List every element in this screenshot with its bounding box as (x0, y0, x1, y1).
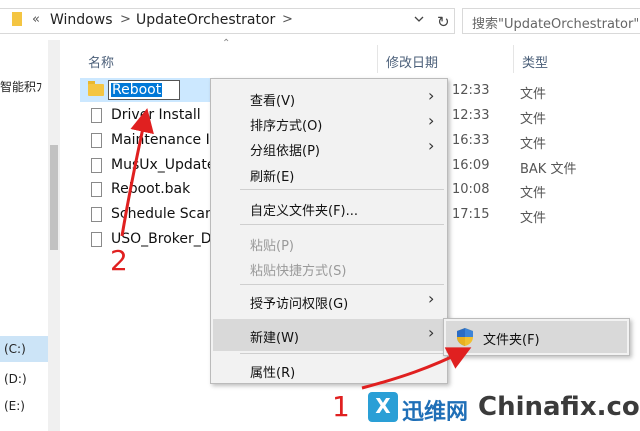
chevron-right-icon: › (428, 136, 435, 155)
menu-item-give-access[interactable]: 授予访问权限(G) (250, 293, 348, 312)
submenu-item-folder[interactable]: 文件夹(F) (483, 329, 540, 348)
annotation-step-2: 2 (110, 244, 128, 277)
rename-input[interactable]: Reboot (108, 80, 180, 100)
shield-folder-icon (457, 328, 473, 346)
column-header-modified[interactable]: 修改日期 (386, 52, 438, 71)
menu-separator (240, 189, 444, 190)
file-row-schedule-scan[interactable]: Schedule Scan (80, 203, 220, 227)
column-header-type[interactable]: 类型 (522, 52, 548, 71)
file-row-driver-install[interactable]: Driver Install (80, 104, 220, 128)
menu-item-view[interactable]: 查看(V) (250, 90, 295, 109)
file-type: 文件 (520, 186, 547, 201)
rename-selected-text: Reboot (111, 82, 163, 98)
file-name: Schedule Scan (111, 206, 214, 222)
file-type: 文件 (520, 211, 547, 226)
refresh-icon[interactable]: ↻ (437, 13, 450, 31)
file-name: Maintenance In (111, 132, 219, 148)
watermark-logo: X (368, 392, 398, 422)
menu-item-new[interactable]: 新建(W) (250, 327, 299, 346)
file-row-maintenance[interactable]: Maintenance In (80, 129, 220, 153)
file-icon (91, 133, 102, 148)
context-menu: 查看(V) › 排序方式(O) › 分组依据(P) › 刷新(E) 自定义文件夹… (210, 78, 448, 384)
breadcrumb-separator[interactable]: > (282, 12, 293, 27)
file-modified: 16:33 (452, 133, 490, 148)
file-name: Reboot.bak (111, 181, 191, 197)
folder-icon-body (88, 84, 104, 96)
file-modified: 10:08 (452, 182, 490, 197)
file-icon (91, 232, 102, 247)
file-row-uso-broker[interactable]: USO_Broker_Di (80, 228, 220, 252)
file-icon (91, 158, 102, 173)
nav-drive-e[interactable]: (E:) (4, 399, 25, 413)
address-bar-region: « Windows > UpdateOrchestrator > ↻ 搜索"Up… (0, 0, 640, 40)
breadcrumb-updateorchestrator[interactable]: UpdateOrchestrator (136, 12, 275, 28)
file-type: 文件 (520, 112, 547, 127)
chevron-right-icon: › (428, 323, 435, 342)
file-modified: 12:33 (452, 108, 490, 123)
breadcrumb-separator[interactable]: > (120, 12, 131, 27)
sort-caret-icon: ⌃ (222, 38, 231, 49)
file-modified: 16:09 (452, 158, 490, 173)
menu-separator (240, 284, 444, 285)
breadcrumb-overflow[interactable]: « (32, 12, 40, 27)
annotation-step-1: 1 (332, 390, 350, 423)
menu-separator (240, 353, 444, 354)
watermark-brand-cn: 迅维网 (402, 400, 469, 425)
menu-item-sort-by[interactable]: 排序方式(O) (250, 115, 322, 134)
chevron-right-icon: › (428, 86, 435, 105)
search-placeholder: 搜索"UpdateOrchestrator" (472, 17, 638, 32)
breadcrumb-windows[interactable]: Windows (50, 12, 113, 28)
file-modified: 12:33 (452, 83, 490, 98)
file-icon (91, 207, 102, 222)
file-type: 文件 (520, 87, 547, 102)
folder-icon (12, 12, 22, 26)
menu-item-paste: 粘贴(P) (250, 239, 294, 254)
submenu-new: 文件夹(F) (443, 318, 630, 356)
menu-item-highlight (213, 319, 445, 351)
watermark-brand-en: Chinafix.com (478, 392, 640, 422)
column-divider[interactable] (513, 45, 514, 73)
menu-item-paste-shortcut: 粘贴快捷方式(S) (250, 264, 347, 279)
file-name: MusUx_Update (111, 157, 216, 173)
nav-drive-c[interactable]: (C:) (4, 342, 26, 356)
nav-item-quick-access[interactable]: 智能积ﾌ (0, 78, 42, 95)
file-name: Driver Install (111, 107, 201, 123)
file-type: BAK 文件 (520, 162, 577, 177)
column-divider[interactable] (377, 45, 378, 73)
menu-item-group-by[interactable]: 分组依据(P) (250, 140, 320, 159)
menu-item-properties[interactable]: 属性(R) (250, 362, 295, 381)
file-modified: 17:15 (452, 207, 490, 222)
column-header-name[interactable]: 名称 (88, 52, 114, 71)
chevron-down-icon[interactable] (413, 13, 425, 25)
file-icon (91, 108, 102, 123)
chevron-right-icon: › (428, 111, 435, 130)
menu-separator (240, 224, 444, 225)
file-type: 文件 (520, 137, 547, 152)
file-icon (91, 182, 102, 197)
nav-scrollbar-thumb[interactable] (50, 145, 58, 250)
chevron-right-icon: › (428, 289, 435, 308)
file-row-musux[interactable]: MusUx_Update (80, 154, 220, 178)
menu-item-customize-folder[interactable]: 自定义文件夹(F)... (250, 200, 358, 219)
nav-drive-d[interactable]: (D:) (4, 372, 27, 386)
file-row-reboot-bak[interactable]: Reboot.bak (80, 178, 220, 202)
menu-item-refresh[interactable]: 刷新(E) (250, 166, 294, 185)
